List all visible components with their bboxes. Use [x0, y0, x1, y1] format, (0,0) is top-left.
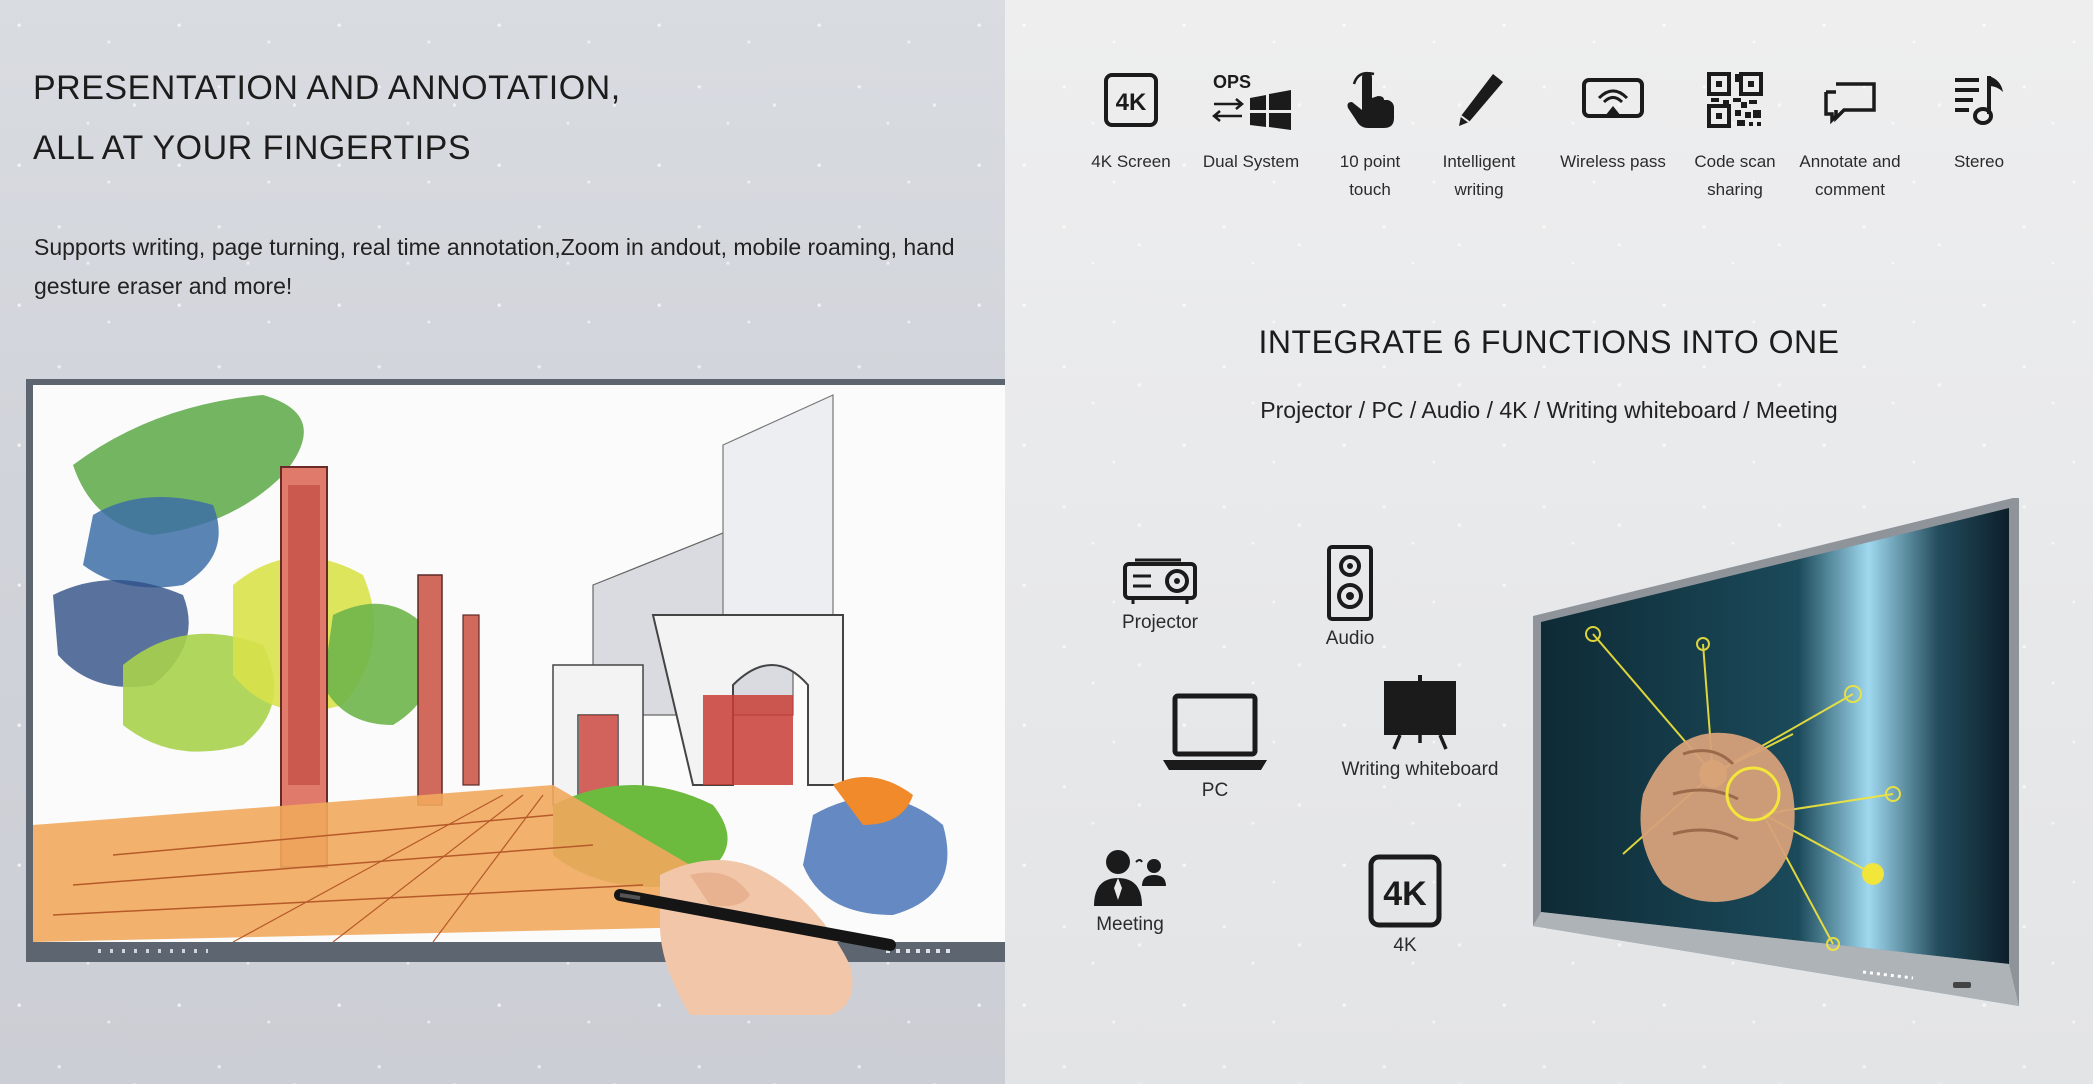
feature-code-scan-sharing: Code scan sharing [1675, 70, 1795, 204]
wireless-cast-icon [1582, 78, 1644, 118]
feature-label: Wireless pass [1560, 152, 1666, 171]
pen-icon [1459, 74, 1503, 126]
feature-label: Code scan sharing [1694, 152, 1776, 199]
function-pc: PC [1160, 692, 1270, 802]
feature-label: Stereo [1953, 152, 2005, 171]
feature-wireless-pass: Wireless pass [1553, 70, 1673, 176]
svg-text:OPS: OPS [1213, 72, 1251, 92]
feature-label: 4K Screen [1091, 152, 1171, 171]
function-projector: Projector [1110, 556, 1210, 634]
feature-stereo: Stereo [1919, 70, 2039, 176]
feature-label: Annotate and comment [1799, 152, 1901, 199]
function-label: Audio [1325, 628, 1375, 649]
meeting-people-icon [1094, 850, 1166, 906]
presentation-panel: PRESENTATION AND ANNOTATION, ALL AT YOUR… [0, 0, 1005, 1084]
function-label: Projector [1121, 612, 1199, 633]
feature-10-point-touch: 10 point touch [1310, 70, 1430, 204]
function-label: Meeting [1096, 914, 1164, 935]
headline-line-1: PRESENTATION AND ANNOTATION, [33, 69, 621, 107]
function-writing-whiteboard: Writing whiteboard [1325, 673, 1515, 781]
svg-text:4K: 4K [1383, 875, 1427, 913]
music-note-icon [1955, 76, 2003, 125]
comment-icon [1824, 82, 1876, 125]
presentation-description: Supports writing, page turning, real tim… [34, 234, 955, 299]
function-audio: Audio [1305, 544, 1395, 650]
feature-label: 10 point touch [1339, 152, 1401, 199]
integrate-subtitle: Projector / PC / Audio / 4K / Writing wh… [1260, 397, 1838, 423]
bezel-indicators [98, 949, 208, 953]
interactive-panel-display [1533, 498, 2019, 1006]
function-label: Writing whiteboard [1341, 759, 1499, 780]
svg-text:4K: 4K [1116, 89, 1147, 116]
function-4k: 4K 4K [1360, 853, 1450, 957]
function-meeting: Meeting [1085, 848, 1175, 936]
feature-dual-system: OPS Dual System [1191, 70, 1311, 176]
feature-label: Dual System [1202, 152, 1300, 171]
features-panel: 4K 4K Screen OPS Dual System 10 point to… [1005, 0, 2093, 1084]
hand-with-stylus [614, 860, 896, 1015]
feature-annotate-and-comment: Annotate and comment [1790, 70, 1910, 204]
whiteboard-icon [1384, 675, 1456, 750]
speaker-icon [1327, 545, 1373, 621]
laptop-icon [1163, 693, 1267, 770]
presentation-headline: PRESENTATION AND ANNOTATION, ALL AT YOUR… [33, 58, 621, 178]
qr-code-icon [1707, 72, 1763, 128]
4k-badge-icon: 4K [1104, 73, 1158, 127]
feature-4k-screen: 4K 4K Screen [1071, 70, 1191, 176]
feature-intelligent-writing: Intelligent writing [1419, 70, 1539, 204]
4k-badge-icon: 4K [1368, 854, 1442, 928]
ops-windows-icon: OPS [1212, 72, 1291, 130]
feature-label: Intelligent writing [1442, 152, 1516, 199]
touch-hand-icon [1347, 71, 1394, 128]
integrate-title: INTEGRATE 6 FUNCTIONS INTO ONE [1258, 324, 1840, 360]
function-label: 4K [1393, 935, 1417, 956]
headline-line-2: ALL AT YOUR FINGERTIPS [33, 129, 472, 167]
function-label: PC [1201, 780, 1229, 801]
projector-icon [1123, 558, 1197, 604]
